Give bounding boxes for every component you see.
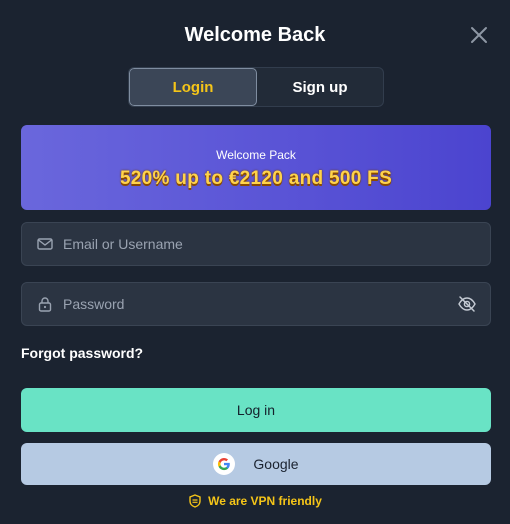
tab-signup[interactable]: Sign up xyxy=(257,68,383,106)
password-field xyxy=(21,282,491,326)
tab-login[interactable]: Login xyxy=(129,68,257,106)
email-input[interactable] xyxy=(63,223,490,265)
modal-title: Welcome Back xyxy=(184,24,326,46)
google-icon xyxy=(213,453,236,475)
auth-tabs: Login Sign up xyxy=(128,67,384,107)
promo-offer: 520% up to €2120 and 500 FS xyxy=(119,168,393,189)
eye-off-icon[interactable] xyxy=(457,295,477,313)
google-button-label: Google xyxy=(253,456,299,472)
shield-icon xyxy=(189,494,201,508)
password-input[interactable] xyxy=(63,283,457,325)
close-icon[interactable] xyxy=(468,24,490,46)
login-button-label: Log in xyxy=(236,402,276,418)
promo-subtitle: Welcome Pack xyxy=(216,148,296,162)
welcome-pack-banner: Welcome Pack 520% up to €2120 and 500 FS xyxy=(21,125,491,210)
vpn-text: We are VPN friendly xyxy=(208,494,322,508)
google-login-button[interactable]: Google xyxy=(21,443,491,485)
forgot-password-link[interactable]: Forgot password? xyxy=(21,345,143,361)
mail-icon xyxy=(37,236,53,252)
login-button[interactable]: Log in xyxy=(21,388,491,432)
vpn-notice: We are VPN friendly xyxy=(0,494,510,508)
lock-icon xyxy=(37,296,53,312)
login-modal: Welcome Back Login Sign up Welcome Pack … xyxy=(0,0,510,524)
email-field xyxy=(21,222,491,266)
